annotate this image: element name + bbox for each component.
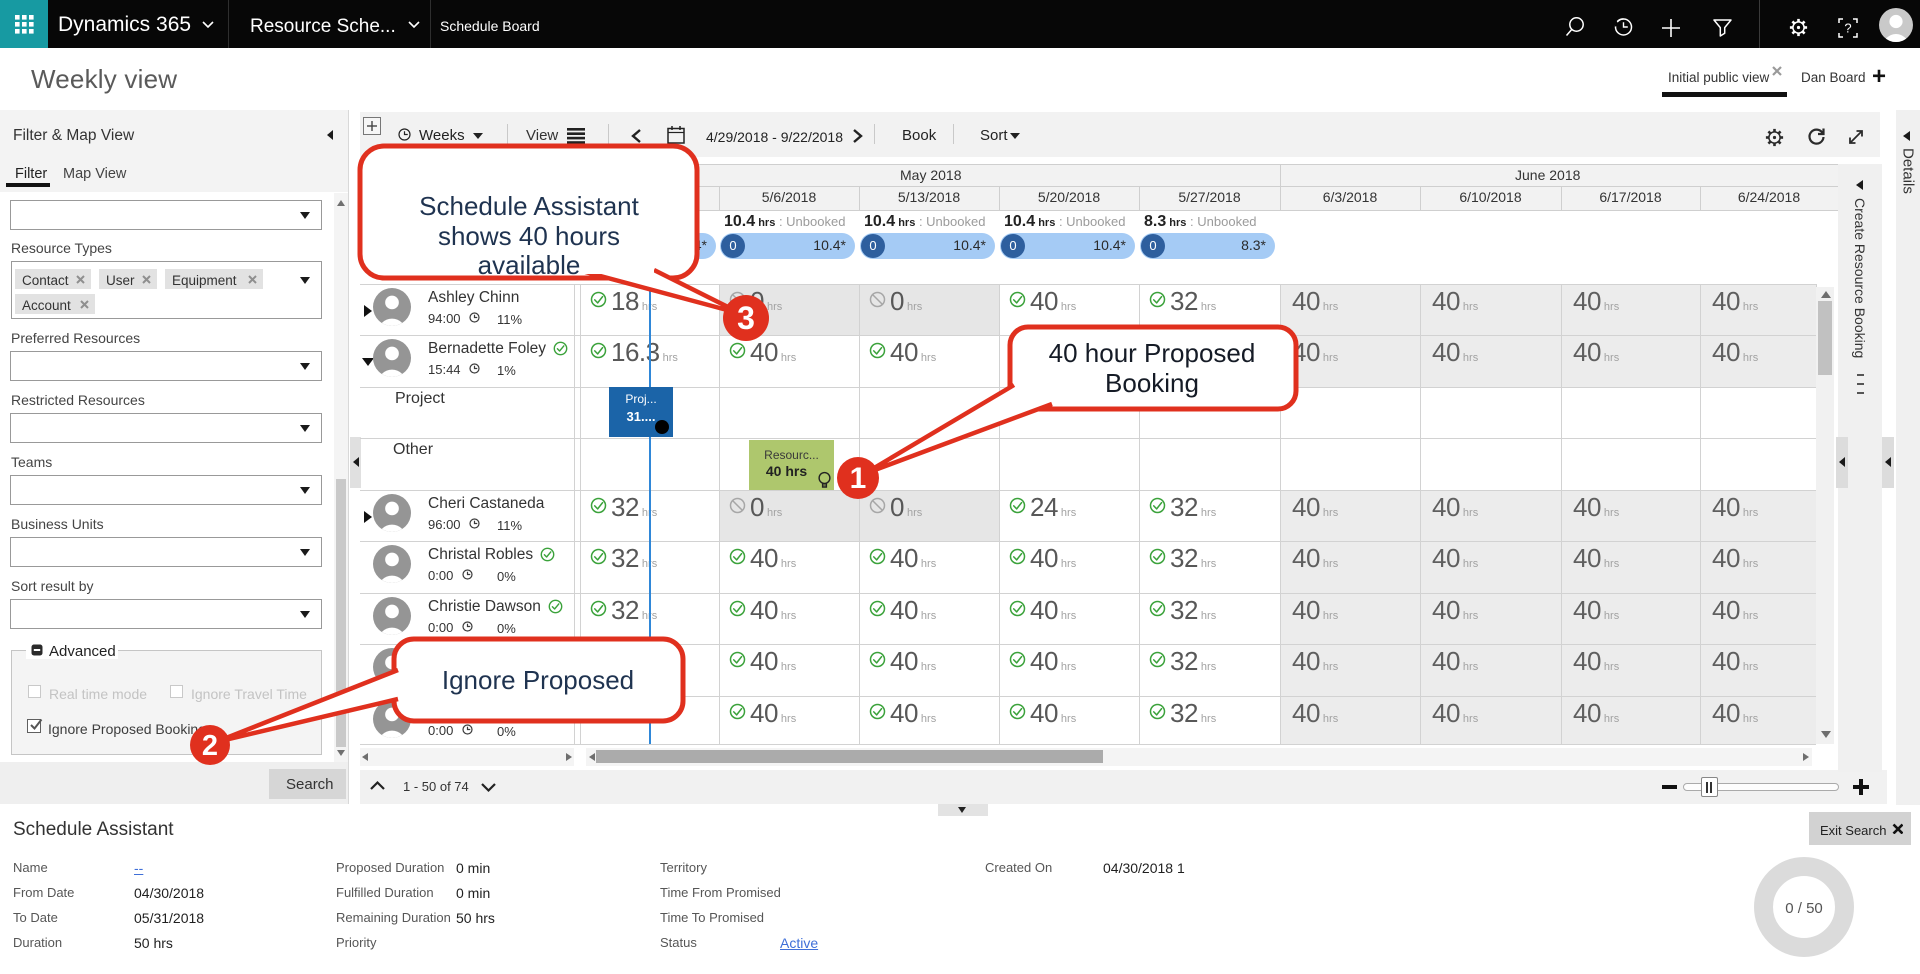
svg-text:Booking: Booking <box>1105 368 1199 398</box>
svg-text:1: 1 <box>850 462 867 495</box>
svg-text:40 hour Proposed: 40 hour Proposed <box>1049 338 1256 368</box>
svg-text:3: 3 <box>737 300 755 336</box>
svg-text:Ignore Proposed: Ignore Proposed <box>442 665 634 695</box>
svg-text:shows 40 hours: shows 40 hours <box>438 221 620 251</box>
svg-text:Schedule Assistant: Schedule Assistant <box>419 191 639 221</box>
svg-text:available: available <box>478 250 581 280</box>
svg-text:2: 2 <box>202 730 218 762</box>
